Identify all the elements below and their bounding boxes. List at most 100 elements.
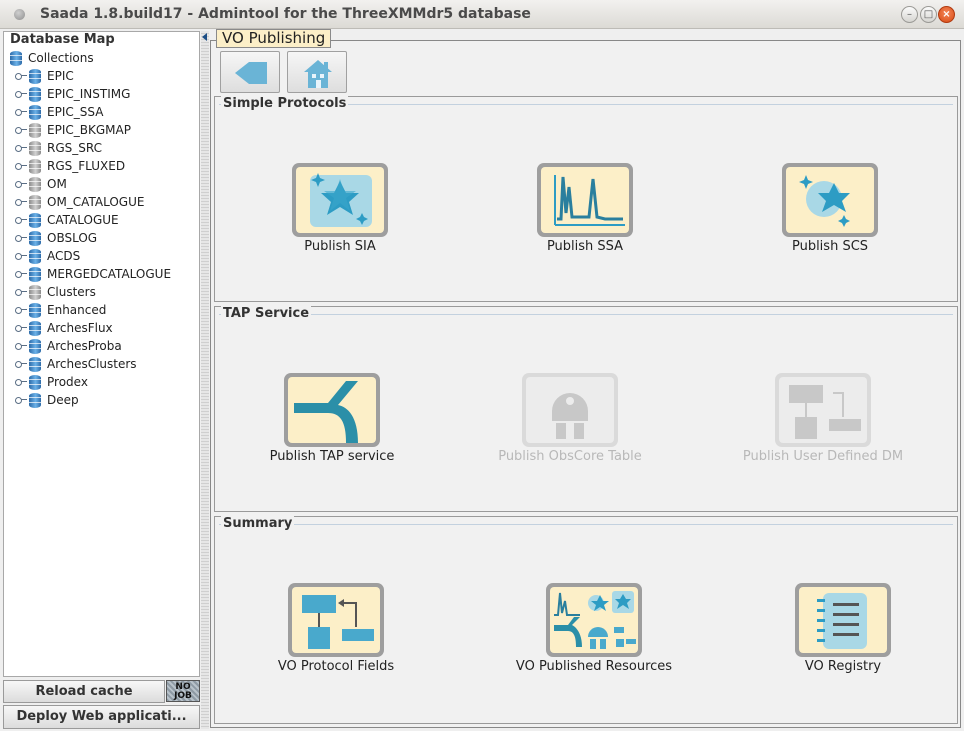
obscore-icon bbox=[552, 393, 588, 439]
database-map-header: Database Map bbox=[10, 32, 115, 47]
expand-toggle-icon[interactable] bbox=[14, 180, 27, 188]
expand-toggle-icon[interactable] bbox=[14, 396, 27, 404]
tree-item-label: CATALOGUE bbox=[47, 213, 119, 227]
window-menu-icon[interactable] bbox=[14, 9, 25, 20]
scs-icon bbox=[799, 175, 850, 227]
reload-cache-button[interactable]: Reload cache bbox=[3, 680, 165, 703]
tree-item-om-catalogue[interactable]: OM_CATALOGUE bbox=[14, 193, 144, 211]
tree-item-label: RGS_SRC bbox=[47, 141, 102, 155]
database-icon bbox=[29, 302, 41, 318]
expand-toggle-icon[interactable] bbox=[14, 342, 27, 350]
expand-toggle-icon[interactable] bbox=[14, 252, 27, 260]
tree-item-epic-ssa[interactable]: EPIC_SSA bbox=[14, 103, 103, 121]
expand-toggle-icon[interactable] bbox=[14, 90, 27, 98]
expand-toggle-icon[interactable] bbox=[14, 360, 27, 368]
tree-root-collections[interactable]: Collections bbox=[10, 49, 94, 67]
publish-obscore-table-tile bbox=[522, 373, 618, 447]
close-button[interactable]: × bbox=[938, 6, 955, 23]
collapse-arrow-icon[interactable] bbox=[202, 33, 207, 41]
tree-item-deep[interactable]: Deep bbox=[14, 391, 79, 409]
database-icon bbox=[29, 176, 41, 192]
protocol-fields-icon bbox=[302, 595, 374, 649]
tree-item-clusters[interactable]: Clusters bbox=[14, 283, 96, 301]
tree-item-catalogue[interactable]: CATALOGUE bbox=[14, 211, 119, 229]
expand-toggle-icon[interactable] bbox=[14, 72, 27, 80]
tree-item-label: EPIC_BKGMAP bbox=[47, 123, 131, 137]
vo-protocol-fields-label[interactable]: VO Protocol Fields bbox=[236, 659, 436, 674]
registry-icon bbox=[817, 593, 867, 649]
expand-toggle-icon[interactable] bbox=[14, 126, 27, 134]
expand-toggle-icon[interactable] bbox=[14, 198, 27, 206]
expand-toggle-icon[interactable] bbox=[14, 108, 27, 116]
vo-registry-label[interactable]: VO Registry bbox=[743, 659, 943, 674]
publish-ssa-tile[interactable] bbox=[537, 163, 633, 237]
tree-item-label: Deep bbox=[47, 393, 79, 407]
expand-toggle-icon[interactable] bbox=[14, 378, 27, 386]
publish-scs-label[interactable]: Publish SCS bbox=[730, 239, 930, 254]
tree-item-epic[interactable]: EPIC bbox=[14, 67, 74, 85]
tree-root-label: Collections bbox=[28, 51, 94, 65]
home-icon bbox=[304, 60, 332, 88]
publish-tap-service-label[interactable]: Publish TAP service bbox=[232, 449, 432, 464]
publish-ssa-label[interactable]: Publish SSA bbox=[485, 239, 685, 254]
tree-item-label: ArchesFlux bbox=[47, 321, 113, 335]
expand-toggle-icon[interactable] bbox=[14, 306, 27, 314]
minimize-button[interactable]: – bbox=[901, 6, 918, 23]
vo-protocol-fields-tile[interactable] bbox=[288, 583, 384, 657]
expand-toggle-icon[interactable] bbox=[14, 324, 27, 332]
expand-toggle-icon[interactable] bbox=[14, 144, 27, 152]
database-icon bbox=[29, 374, 41, 390]
panel-splitter[interactable] bbox=[201, 31, 209, 729]
database-icon bbox=[10, 50, 22, 66]
database-icon bbox=[29, 212, 41, 228]
expand-toggle-icon[interactable] bbox=[14, 288, 27, 296]
home-button[interactable] bbox=[287, 51, 347, 93]
database-icon bbox=[29, 122, 41, 138]
tree-item-obslog[interactable]: OBSLOG bbox=[14, 229, 97, 247]
tree-item-archesflux[interactable]: ArchesFlux bbox=[14, 319, 113, 337]
tree-item-rgs-src[interactable]: RGS_SRC bbox=[14, 139, 102, 157]
tree-item-epic-bkgmap[interactable]: EPIC_BKGMAP bbox=[14, 121, 131, 139]
database-icon bbox=[29, 230, 41, 246]
tree-item-label: Prodex bbox=[47, 375, 88, 389]
tree-item-epic-instimg[interactable]: EPIC_INSTIMG bbox=[14, 85, 130, 103]
vo-published-resources-label[interactable]: VO Published Resources bbox=[494, 659, 694, 674]
tree-item-label: Enhanced bbox=[47, 303, 107, 317]
deploy-web-application-button[interactable]: Deploy Web applicati... bbox=[3, 705, 200, 729]
database-icon bbox=[29, 140, 41, 156]
database-icon bbox=[29, 194, 41, 210]
vo-published-resources-tile[interactable] bbox=[546, 583, 642, 657]
publish-sia-label[interactable]: Publish SIA bbox=[240, 239, 440, 254]
database-icon bbox=[29, 266, 41, 282]
expand-toggle-icon[interactable] bbox=[14, 270, 27, 278]
tree-item-enhanced[interactable]: Enhanced bbox=[14, 301, 106, 319]
panel-title: VO Publishing bbox=[216, 29, 332, 48]
publish-tap-service-tile[interactable] bbox=[284, 373, 380, 447]
maximize-button[interactable]: □ bbox=[920, 6, 937, 23]
sia-icon bbox=[310, 173, 372, 227]
tree-item-rgs-fluxed[interactable]: RGS_FLUXED bbox=[14, 157, 125, 175]
expand-toggle-icon[interactable] bbox=[14, 216, 27, 224]
tree-item-archesclusters[interactable]: ArchesClusters bbox=[14, 355, 137, 373]
tree-item-label: RGS_FLUXED bbox=[47, 159, 126, 173]
tree-item-mergedcatalogue[interactable]: MERGEDCATALOGUE bbox=[14, 265, 171, 283]
tree-item-label: EPIC_INSTIMG bbox=[47, 87, 131, 101]
tree-item-acds[interactable]: ACDS bbox=[14, 247, 80, 265]
tree-item-label: ArchesClusters bbox=[47, 357, 137, 371]
expand-toggle-icon[interactable] bbox=[14, 162, 27, 170]
publish-user-defined-dm-label: Publish User Defined DM bbox=[742, 449, 904, 464]
publish-scs-tile[interactable] bbox=[782, 163, 878, 237]
published-resources-icon bbox=[554, 591, 636, 649]
section-title: Summary bbox=[221, 516, 295, 531]
tree-item-label: OBSLOG bbox=[47, 231, 98, 245]
tree-item-prodex[interactable]: Prodex bbox=[14, 373, 88, 391]
window-titlebar: Saada 1.8.build17 - Admintool for the Th… bbox=[0, 0, 964, 29]
vo-registry-tile[interactable] bbox=[795, 583, 891, 657]
tree-item-archesproba[interactable]: ArchesProba bbox=[14, 337, 122, 355]
tree-item-om[interactable]: OM bbox=[14, 175, 67, 193]
database-icon bbox=[29, 392, 41, 408]
back-button[interactable] bbox=[220, 51, 280, 93]
publish-sia-tile[interactable] bbox=[292, 163, 388, 237]
expand-toggle-icon[interactable] bbox=[14, 234, 27, 242]
database-icon bbox=[29, 338, 41, 354]
